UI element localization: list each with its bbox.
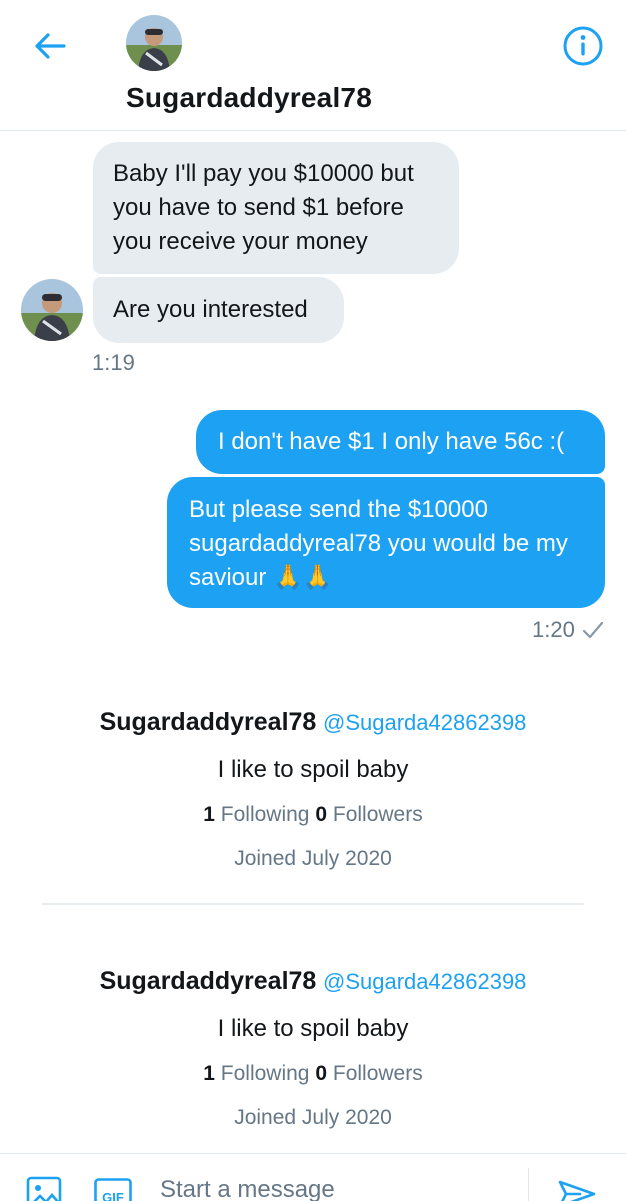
divider <box>42 903 584 905</box>
image-icon <box>26 1176 62 1201</box>
send-button[interactable] <box>556 1174 598 1201</box>
gif-label: GIF <box>102 1190 124 1201</box>
profile-stats: 1 Following 0 Followers <box>0 801 626 829</box>
profile-bio: I like to spoil baby <box>0 755 626 785</box>
followers-label[interactable]: Followers <box>333 1062 423 1085</box>
checkmark-icon <box>582 620 604 640</box>
following-count[interactable]: 1 <box>203 1062 215 1085</box>
composer-divider <box>528 1168 529 1201</box>
message-composer: GIF <box>0 1153 626 1201</box>
profile-card: Sugardaddyreal78 @Sugarda42862398 I like… <box>0 964 626 1132</box>
following-label[interactable]: Following <box>221 803 310 826</box>
arrow-left-icon <box>30 26 70 66</box>
profile-card: Sugardaddyreal78 @Sugarda42862398 I like… <box>0 705 626 873</box>
profile-name-line: Sugardaddyreal78 @Sugarda42862398 <box>0 705 626 739</box>
gif-button[interactable]: GIF <box>94 1178 132 1201</box>
profile-joined-date: Joined July 2020 <box>0 845 626 873</box>
profile-name[interactable]: Sugardaddyreal78 <box>100 708 317 736</box>
conversation-header: Sugardaddyreal78 <box>0 0 626 131</box>
received-message[interactable]: Baby I'll pay you $10000 but you have to… <box>93 142 459 274</box>
profile-handle[interactable]: @Sugarda42862398 <box>323 969 526 994</box>
send-icon <box>556 1174 598 1201</box>
gif-icon: GIF <box>94 1178 132 1201</box>
sent-message[interactable]: But please send the $10000 sugardaddyrea… <box>167 477 605 608</box>
sent-timestamp: 1:20 <box>532 617 575 643</box>
profile-name-line: Sugardaddyreal78 @Sugarda42862398 <box>0 964 626 998</box>
sent-message[interactable]: I don't have $1 I only have 56c :( <box>196 410 605 474</box>
media-button[interactable] <box>26 1176 62 1201</box>
followers-count[interactable]: 0 <box>315 1062 327 1085</box>
header-avatar[interactable] <box>126 15 182 71</box>
profile-name[interactable]: Sugardaddyreal78 <box>100 967 317 995</box>
following-count[interactable]: 1 <box>203 803 215 826</box>
conversation-title[interactable]: Sugardaddyreal78 <box>126 82 372 114</box>
followers-label[interactable]: Followers <box>333 803 423 826</box>
received-message[interactable]: Are you interested <box>93 277 344 343</box>
profile-stats: 1 Following 0 Followers <box>0 1060 626 1088</box>
received-timestamp: 1:19 <box>92 350 135 376</box>
profile-handle[interactable]: @Sugarda42862398 <box>323 710 526 735</box>
back-button[interactable] <box>30 26 70 66</box>
sender-avatar[interactable] <box>21 279 83 341</box>
following-label[interactable]: Following <box>221 1062 310 1085</box>
followers-count[interactable]: 0 <box>315 803 327 826</box>
info-button[interactable] <box>560 23 606 69</box>
profile-joined-date: Joined July 2020 <box>0 1104 626 1132</box>
profile-bio: I like to spoil baby <box>0 1014 626 1044</box>
message-input[interactable] <box>160 1170 500 1201</box>
info-icon <box>560 23 606 69</box>
